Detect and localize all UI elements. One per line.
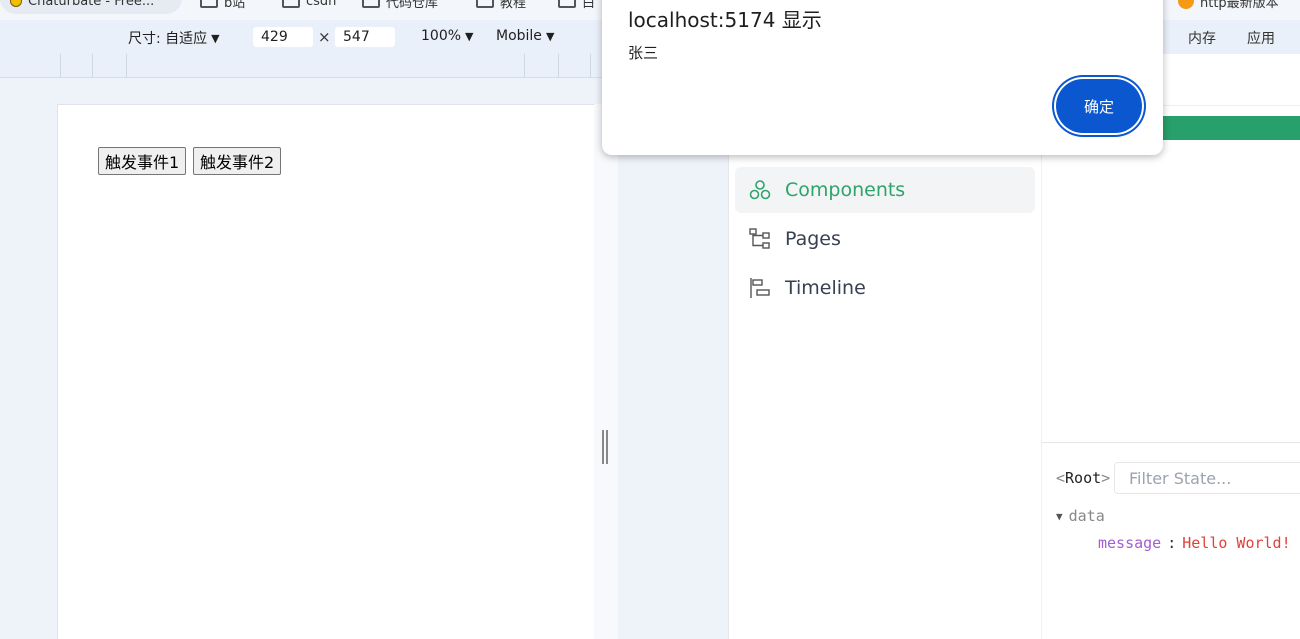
bookmark-label: csdn [306,0,337,9]
root-tag-label: Root [1065,469,1102,487]
times-symbol: × [318,28,331,46]
bookmark-item-white[interactable]: 白 [558,0,596,11]
ruler-tick [92,54,93,78]
nav-item-timeline[interactable]: Timeline [735,265,1035,311]
nav-label: Components [785,179,906,201]
height-input[interactable] [335,27,395,47]
timeline-icon [750,278,770,298]
trigger-event-1-button[interactable]: 触发事件1 [98,147,187,175]
data-group-label: data [1068,507,1105,525]
ruler-tick [524,54,525,78]
throttle-label: Mobile [496,28,542,44]
folder-icon [476,0,494,8]
bookmark-label: 白 [582,0,596,11]
bookmark-item-bilibili[interactable]: b站 [200,0,246,11]
state-filter-input[interactable]: Filter State... [1114,462,1300,494]
state-colon: : [1167,534,1177,552]
bookmark-item-csdn[interactable]: csdn [282,0,336,10]
bookmark-item-http[interactable]: http最新版本 [1178,0,1279,11]
viewport-resize-strip [594,104,618,639]
trigger-event-2-button[interactable]: 触发事件2 [193,147,282,175]
alert-title: localhost:5174 显示 [628,8,822,32]
width-input[interactable] [253,27,313,47]
bookmark-item-code-repo[interactable]: 代码仓库 [362,0,439,11]
folder-icon [558,0,576,8]
nav-label: Pages [785,228,841,250]
ruler-tick [558,54,559,78]
tab-application[interactable]: 应用 [1247,28,1275,48]
tab-memory[interactable]: 内存 [1188,28,1216,48]
zoom-label: 100% [421,28,462,44]
bookmark-label: 代码仓库 [386,0,439,11]
state-row-message[interactable]: message: Hello World! [1098,534,1291,552]
site-favicon-icon [1178,0,1194,9]
nav-item-components[interactable]: Components [735,167,1035,213]
bookmark-label: Chaturbate - Free... [28,0,155,9]
alert-ok-button[interactable]: 确定 [1056,79,1142,133]
bookmark-item-chaturbate[interactable]: Chaturbate - Free... [10,0,154,10]
caret-down-icon: ▼ [211,31,220,45]
ruler-tick [590,54,591,78]
ruler-tick [126,54,127,78]
root-component-tag: <Root> [1056,469,1111,487]
nav-label: Timeline [785,277,866,299]
bookmark-label: http最新版本 [1200,0,1279,11]
pages-tree-icon [749,228,770,249]
folder-icon [362,0,380,8]
alert-dialog: localhost:5174 显示 张三 确定 [602,0,1163,155]
data-group-toggle[interactable]: ▼ data [1056,507,1105,525]
page-viewport: 触发事件1 触发事件2 [57,104,594,639]
ruler-tick [60,54,61,78]
caret-down-icon: ▼ [465,29,474,43]
caret-down-icon: ▼ [545,29,555,43]
nav-item-pages[interactable]: Pages [735,216,1035,262]
state-key: message [1098,534,1162,552]
state-inspector: <Root> Filter State... ▼ data message: He… [1042,442,1300,639]
state-value: Hello World! [1182,534,1291,552]
bookmark-label: b站 [224,0,246,11]
resize-handle-icon[interactable] [602,430,608,464]
dimensions-label: 尺寸: 自适应 [128,31,208,47]
folder-icon [200,0,218,8]
zoom-dropdown[interactable]: 100% ▼ [421,28,474,44]
throttle-dropdown[interactable]: Mobile ▼ [496,28,554,44]
alert-message: 张三 [628,44,659,62]
components-icon [749,180,771,200]
site-favicon-icon [10,0,22,7]
triangle-down-icon: ▼ [1056,509,1063,523]
folder-icon [282,0,300,8]
dimensions-dropdown[interactable]: 尺寸: 自适应 ▼ [128,28,220,48]
bookmark-item-tutorial[interactable]: 教程 [476,0,527,11]
bookmark-label: 教程 [500,0,527,11]
